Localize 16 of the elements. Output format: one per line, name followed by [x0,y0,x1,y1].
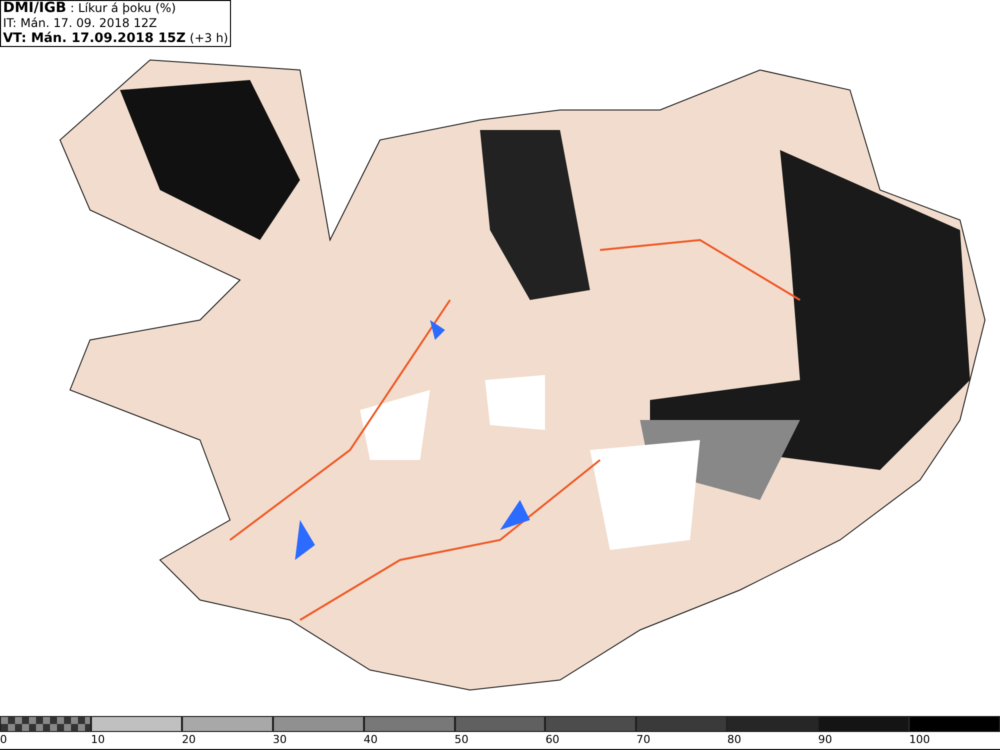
legend-label: 40 [364,732,378,748]
legend-label: 50 [454,732,469,748]
valid-time: VT: Mán. 17.09.2018 15Z [3,31,186,46]
source-label: DMI/IGB [3,1,66,16]
legend-label: 80 [727,732,742,748]
legend-label: 100 [909,732,930,748]
legend-label: 30 [272,732,287,748]
legend-label: 60 [545,732,560,748]
forecast-offset: (+3 h) [190,31,228,46]
legend-label: 20 [182,732,196,748]
legend-label: 10 [90,732,105,748]
map-title: : Líkur á þoku (%) [70,1,176,16]
legend-label: 0 [0,732,7,748]
legend-label: 70 [636,732,650,748]
legend-label: 90 [818,732,832,748]
issue-time: IT: Mán. 17. 09. 2018 12Z [3,16,158,31]
